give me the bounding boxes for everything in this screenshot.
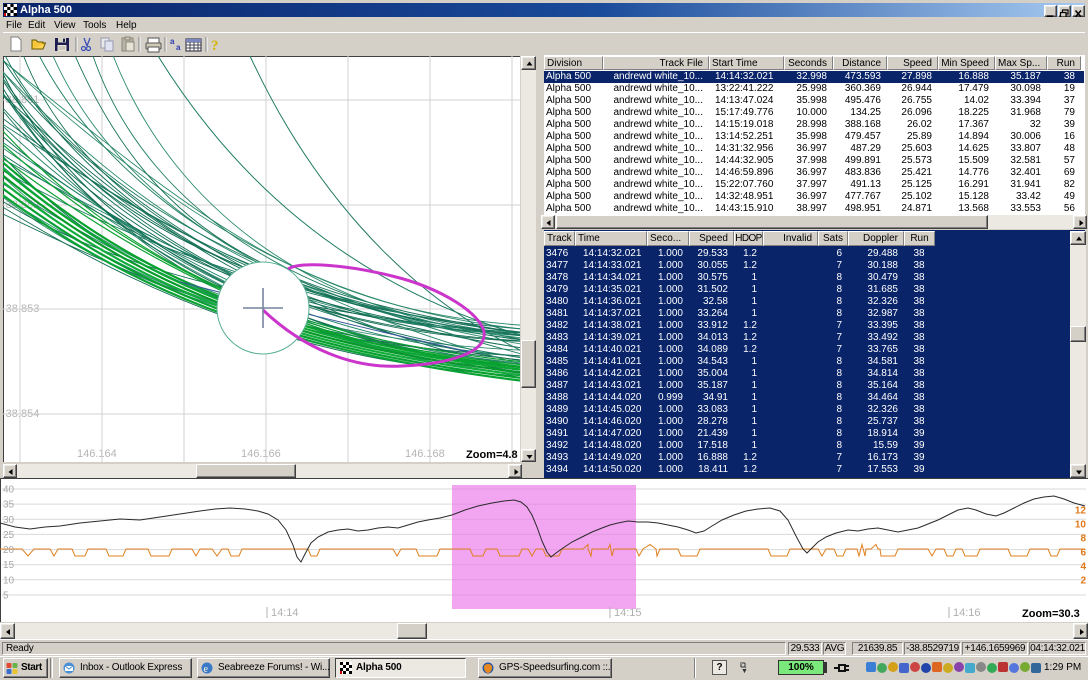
svg-text:30: 30 xyxy=(3,515,15,526)
svg-text:6: 6 xyxy=(1080,548,1086,559)
svg-text:12: 12 xyxy=(1075,506,1087,517)
svg-text:5: 5 xyxy=(3,591,9,602)
svg-text:8: 8 xyxy=(1080,534,1086,545)
svg-text:20: 20 xyxy=(3,545,15,556)
svg-text:15: 15 xyxy=(3,560,15,571)
svg-text:35: 35 xyxy=(3,500,15,511)
svg-text:25: 25 xyxy=(3,530,15,541)
svg-text:4: 4 xyxy=(1080,562,1086,573)
svg-text:e: e xyxy=(204,664,209,674)
svg-text:10: 10 xyxy=(1075,520,1087,531)
svg-text:40: 40 xyxy=(3,485,15,496)
svg-text:2: 2 xyxy=(1080,576,1086,587)
svg-text:10: 10 xyxy=(3,575,15,586)
